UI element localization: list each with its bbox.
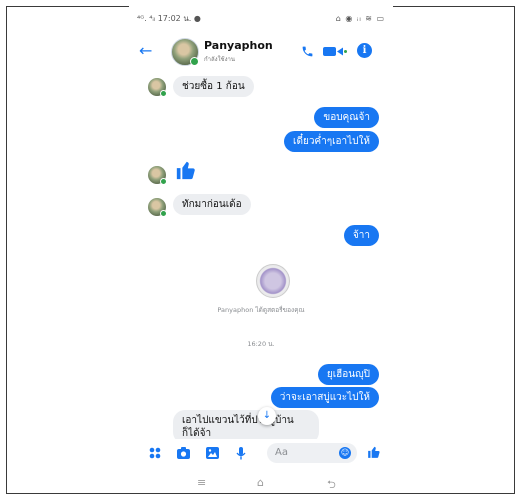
status-bar: ⁴ᴳ. ⁴ᵢₗ 17:02 น. ● ⌂ ◉ ᵢₗ ≋ ▭ <box>137 11 385 25</box>
online-indicator <box>160 210 167 217</box>
message-bubble-incoming[interactable]: ช่วยซื้อ 1 ก้อน <box>173 76 254 97</box>
back-nav-icon[interactable]: ⮌ <box>327 476 336 495</box>
online-indicator <box>160 178 167 185</box>
scroll-to-bottom-button[interactable]: ↓ <box>258 407 276 425</box>
back-arrow-icon[interactable]: ← <box>139 43 152 59</box>
microphone-icon[interactable] <box>236 447 246 462</box>
contact-avatar[interactable] <box>171 38 199 66</box>
camera-icon[interactable] <box>177 447 190 461</box>
message-bubble-outgoing[interactable]: ว่าจะเอาสบู่แวะไปให้ <box>270 387 379 408</box>
time-divider: 16:20 น. <box>247 340 275 348</box>
composer-bar: Aa ☺ <box>129 439 393 467</box>
online-indicator <box>160 90 167 97</box>
contact-status: กำลังใช้งาน <box>204 56 236 63</box>
message-bubble-outgoing[interactable]: เดี๋ยวค่ำๆเอาไปให้ <box>284 131 379 152</box>
status-time: 17:02 น. <box>157 13 192 23</box>
message-bubble-incoming[interactable]: ทักมาก่อนเด้อ <box>173 194 251 215</box>
signal-indicator: ⁴ᴳ. ⁴ᵢₗ <box>137 13 156 23</box>
gallery-icon[interactable] <box>206 447 219 461</box>
message-bubble-outgoing[interactable]: ขอบคุณจ้า <box>314 107 379 128</box>
sender-avatar <box>148 166 167 185</box>
message-bubble-incoming[interactable]: เอาไปแขวนไว้ที่ประตูบ้านก็ได้จ้า <box>173 410 319 439</box>
message-input[interactable]: Aa ☺ <box>267 443 357 463</box>
system-nav-bar: ≡ ⌂ ⮌ <box>129 476 393 496</box>
info-icon[interactable]: i <box>357 43 372 58</box>
contact-name[interactable]: Panyaphon <box>204 39 273 52</box>
messenger-screen: ⁴ᴳ. ⁴ᵢₗ 17:02 น. ● ⌂ ◉ ᵢₗ ≋ ▭ ← Panyapho… <box>129 6 393 491</box>
message-bubble-outgoing[interactable]: จ้าา <box>343 225 379 246</box>
message-bubble-outgoing[interactable]: ยุเฮือนญุปิ <box>317 364 379 385</box>
status-left: ⁴ᴳ. ⁴ᵢₗ 17:02 น. ● <box>137 12 201 25</box>
notification-icon: ● <box>193 13 201 23</box>
online-indicator <box>190 57 199 66</box>
story-viewed-note: Panyaphon ได้ดูสตอรี่ของคุณ <box>217 306 305 314</box>
sender-avatar <box>148 198 167 217</box>
message-clip: เอาไปแขวนไว้ที่ประตูบ้านก็ได้จ้า <box>173 410 323 439</box>
like-button-icon[interactable] <box>367 445 381 461</box>
emoji-icon[interactable]: ☺ <box>339 447 351 459</box>
chat-header: ← Panyaphon กำลังใช้งาน i <box>129 34 393 68</box>
story-sticker[interactable] <box>256 264 290 298</box>
thumbs-up-icon[interactable] <box>175 159 197 186</box>
phone-call-icon[interactable] <box>301 45 314 61</box>
message-input-placeholder: Aa <box>275 447 288 458</box>
status-right-icons: ⌂ ◉ ᵢₗ ≋ ▭ <box>335 13 385 23</box>
sender-avatar <box>148 78 167 97</box>
home-nav-icon[interactable]: ⌂ <box>257 476 264 489</box>
apps-grid-icon[interactable] <box>149 447 161 461</box>
menu-nav-icon[interactable]: ≡ <box>197 476 206 489</box>
video-call-icon[interactable] <box>323 46 347 60</box>
